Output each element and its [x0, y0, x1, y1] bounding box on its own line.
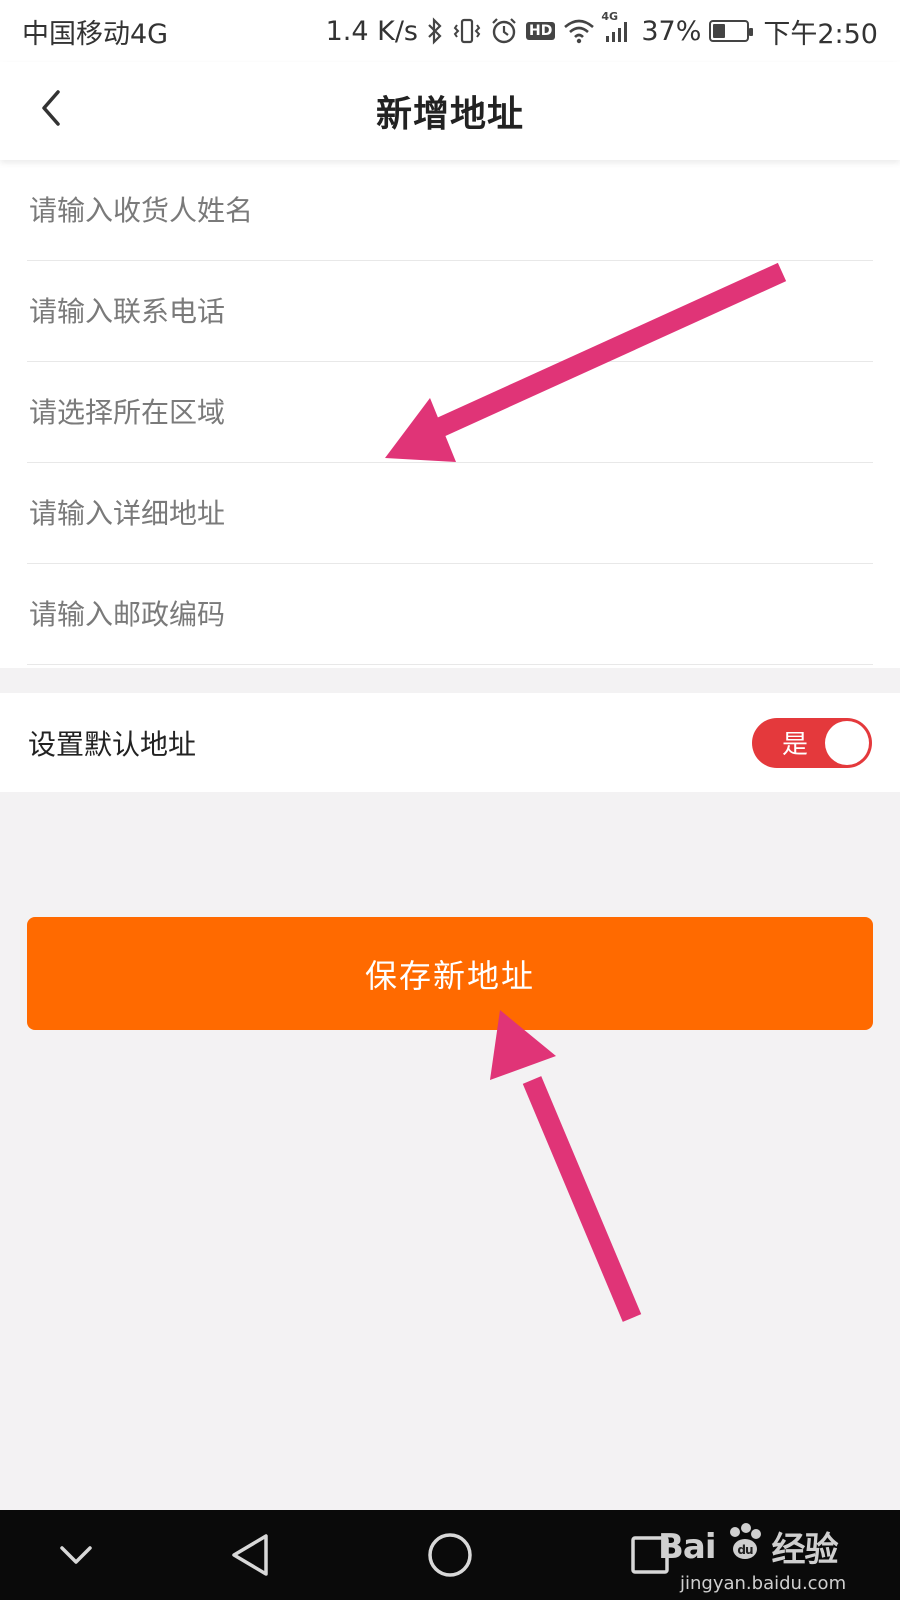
nav-back-button[interactable] [220, 1525, 280, 1585]
watermark-url: jingyan.baidu.com [680, 1573, 847, 1594]
network-type-label: 4G [601, 10, 619, 23]
address-form [0, 160, 900, 668]
signal-icon: 4G [601, 10, 633, 46]
screen: 中国移动4G 1.4 K/s HD 4G 37% 下午2:50 新增地址 请输入… [0, 0, 900, 1600]
default-address-row: 设置默认地址 是 [0, 693, 900, 792]
alarm-icon [490, 16, 518, 46]
bluetooth-icon [426, 16, 444, 46]
recipient-name-row [27, 160, 873, 261]
battery-level [713, 24, 726, 38]
phone-input[interactable] [27, 294, 873, 328]
circle-home-icon [426, 1531, 474, 1579]
detail-address-row [27, 463, 873, 564]
chevron-down-icon [56, 1540, 96, 1570]
nav-header: 新增地址 [0, 62, 900, 160]
hd-badge: HD [526, 22, 556, 40]
toggle-on-label: 是 [782, 730, 809, 760]
phone-row [27, 261, 873, 362]
toggle-knob [825, 720, 869, 765]
nav-collapse-button[interactable] [46, 1525, 106, 1585]
postal-code-input[interactable] [27, 597, 873, 631]
network-speed: 1.4 K/s [325, 15, 418, 47]
vibrate-icon [452, 16, 482, 46]
back-button[interactable] [22, 80, 82, 140]
arrow-pointing-to-save-button [490, 1010, 642, 1322]
wifi-icon [563, 16, 595, 46]
save-address-button[interactable]: 保存新地址 [27, 917, 873, 1030]
carrier-label: 中国移动4G [22, 18, 169, 50]
watermark-logo: Bai du 经验 [658, 1522, 858, 1571]
watermark-logo-text: Bai [658, 1526, 717, 1567]
nav-home-button[interactable] [420, 1525, 480, 1585]
clock: 下午2:50 [763, 18, 878, 50]
status-bar: 中国移动4G 1.4 K/s HD 4G 37% 下午2:50 [0, 0, 900, 62]
baidu-jingyan-watermark: Bai du 经验 jingyan.baidu.com [658, 1522, 858, 1594]
battery-percent: 37% [641, 15, 702, 47]
status-icons: 1.4 K/s HD 4G 37% 下午2:50 [325, 10, 878, 51]
detail-address-input[interactable] [27, 496, 873, 530]
watermark-logo-text-2: 经验 [771, 1530, 839, 1570]
postal-code-row [27, 564, 873, 665]
triangle-back-icon [228, 1531, 272, 1579]
recipient-name-input[interactable] [27, 193, 873, 227]
chevron-left-icon [36, 88, 68, 132]
default-address-toggle[interactable]: 是 [752, 717, 872, 768]
default-address-label: 设置默认地址 [28, 727, 197, 761]
svg-text:du: du [737, 1543, 753, 1557]
battery-icon [709, 20, 754, 42]
region-select[interactable] [27, 395, 873, 429]
region-row [27, 362, 873, 463]
paw-icon: du [724, 1522, 764, 1571]
page-title: 新增地址 [375, 94, 524, 135]
